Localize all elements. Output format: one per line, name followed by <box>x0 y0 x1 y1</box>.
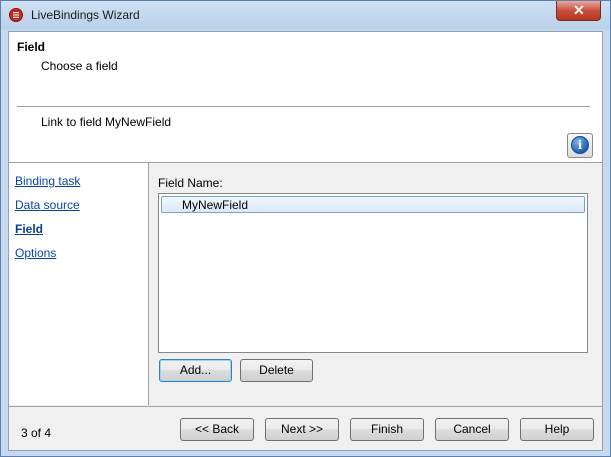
window-title: LiveBindings Wizard <box>31 8 140 22</box>
finish-button[interactable]: Finish <box>350 418 424 441</box>
next-button[interactable]: Next >> <box>265 418 339 441</box>
link-description: Link to field MyNewField <box>41 115 172 129</box>
cancel-button[interactable]: Cancel <box>435 418 509 441</box>
list-item[interactable]: MyNewField <box>161 196 585 213</box>
close-button[interactable]: ✕ <box>556 1 601 21</box>
step-counter: 3 of 4 <box>21 426 52 440</box>
sidebar-item-field[interactable]: Field <box>15 222 43 236</box>
wizard-header: Field Choose a field Link to field MyNew… <box>9 32 602 163</box>
page-title: Field <box>17 40 46 54</box>
list-item-label: MyNewField <box>182 198 249 212</box>
sidebar-item-binding-task[interactable]: Binding task <box>15 174 80 188</box>
header-divider <box>17 106 590 108</box>
sidebar-item-options[interactable]: Options <box>15 246 56 260</box>
livebindings-wizard-window: LiveBindings Wizard ✕ Field Choose a fie… <box>0 0 611 457</box>
info-icon: i <box>571 136 589 154</box>
close-icon: ✕ <box>573 2 585 18</box>
page-subtitle: Choose a field <box>41 59 118 73</box>
app-icon <box>9 8 23 22</box>
title-bar[interactable]: LiveBindings Wizard ✕ <box>1 1 610 30</box>
wizard-footer: 3 of 4 << Back Next >> Finish Cancel Hel… <box>9 406 602 451</box>
wizard-client-area: Field Choose a field Link to field MyNew… <box>8 31 603 451</box>
wizard-steps-sidebar: Binding task Data source Field Options <box>9 163 149 405</box>
back-button[interactable]: << Back <box>180 418 254 441</box>
help-button[interactable]: Help <box>520 418 594 441</box>
sidebar-item-data-source[interactable]: Data source <box>15 198 80 212</box>
field-selection-panel: Field Name: MyNewField Add... Delete <box>149 163 602 405</box>
delete-field-button[interactable]: Delete <box>240 359 313 382</box>
field-name-label: Field Name: <box>158 176 223 190</box>
add-field-button[interactable]: Add... <box>159 359 232 382</box>
info-button[interactable]: i <box>567 133 593 158</box>
field-list[interactable]: MyNewField <box>158 193 588 353</box>
